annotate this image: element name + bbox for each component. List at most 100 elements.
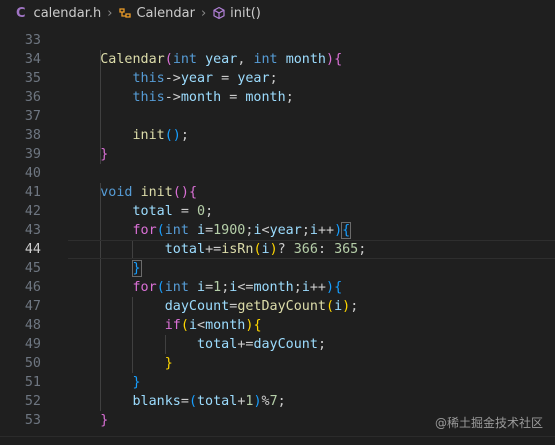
line-number: 39 xyxy=(24,147,41,162)
line-number: 40 xyxy=(24,166,41,181)
code-token: ; xyxy=(317,337,326,352)
code-text: this->year = year; xyxy=(68,69,278,88)
code-text: blanks=(total+1)%7; xyxy=(68,392,286,411)
code-token: i xyxy=(261,242,270,257)
code-token: } xyxy=(100,147,109,162)
line-number: 34 xyxy=(24,52,41,67)
code-line[interactable]: 51 } xyxy=(0,373,555,392)
line-number: 38 xyxy=(24,128,41,143)
code-token: i xyxy=(334,299,343,314)
line-number: 48 xyxy=(24,318,41,333)
line-number: 53 xyxy=(24,413,41,428)
code-token: ( xyxy=(326,299,335,314)
code-token: () xyxy=(172,185,189,200)
code-token: { xyxy=(253,318,262,333)
line-number: 47 xyxy=(24,299,41,314)
code-token: void xyxy=(100,185,133,200)
code-token: ( xyxy=(253,242,262,257)
code-token: ( xyxy=(156,223,165,238)
code-token: i xyxy=(197,280,206,295)
code-line[interactable]: 43 for(int i=1900;i<year;i++){ xyxy=(0,221,555,240)
breadcrumb-method[interactable]: init() xyxy=(212,6,261,21)
code-token: ++ xyxy=(317,223,335,238)
code-line[interactable]: 35 this->year = year; xyxy=(0,69,555,88)
code-token: blanks xyxy=(132,394,181,409)
breadcrumb-file[interactable]: C calendar.h xyxy=(16,6,101,21)
code-token: ( xyxy=(156,280,165,295)
code-line[interactable]: 33 xyxy=(0,31,555,50)
code-token: ) xyxy=(269,242,278,257)
code-line[interactable]: 44 total+=isRn(i)? 366: 365; xyxy=(0,240,555,259)
code-token: month xyxy=(253,280,294,295)
code-token: += xyxy=(205,242,222,257)
code-text: } xyxy=(68,354,173,373)
chevron-right-icon: › xyxy=(107,5,113,21)
breadcrumb-class-label: Calendar xyxy=(136,5,195,21)
code-token: int xyxy=(172,52,197,67)
code-token: i xyxy=(309,223,318,238)
code-text: void init(){ xyxy=(68,183,197,202)
code-token: i xyxy=(197,223,206,238)
code-token: total xyxy=(164,242,206,257)
code-line[interactable]: 38 init(); xyxy=(0,126,555,145)
code-line[interactable]: 49 total+=dayCount; xyxy=(0,335,555,354)
code-line[interactable]: 36 this->month = month; xyxy=(0,88,555,107)
code-token: Calendar xyxy=(100,52,165,67)
code-token: += xyxy=(237,337,254,352)
code-line[interactable]: 52 blanks=(total+1)%7; xyxy=(0,392,555,411)
code-token: -> xyxy=(164,90,181,105)
code-line[interactable]: 37 xyxy=(0,107,555,126)
code-token: init xyxy=(132,128,165,143)
code-line[interactable]: 48 if(i<month){ xyxy=(0,316,555,335)
code-token: total xyxy=(197,394,238,409)
code-line[interactable]: 34 Calendar(int year, int month){ xyxy=(0,50,555,69)
code-token: i xyxy=(301,280,310,295)
method-cube-icon xyxy=(212,6,226,20)
code-line[interactable]: 50 } xyxy=(0,354,555,373)
code-line[interactable]: 41 void init(){ xyxy=(0,183,555,202)
code-token: , xyxy=(237,52,254,67)
code-token: if xyxy=(164,318,181,333)
code-token: ; xyxy=(301,223,310,238)
code-token: for xyxy=(132,280,157,295)
code-token: ) xyxy=(334,223,343,238)
breadcrumb: C calendar.h › Calendar › init() xyxy=(0,0,555,26)
code-token: i xyxy=(188,318,197,333)
code-line[interactable]: 40 xyxy=(0,164,555,183)
line-number: 36 xyxy=(24,90,41,105)
code-token: int xyxy=(253,52,278,67)
code-token: ( xyxy=(188,394,197,409)
line-number: 33 xyxy=(24,33,41,48)
code-line[interactable]: 42 total = 0; xyxy=(0,202,555,221)
code-token: () xyxy=(164,128,181,143)
code-text: } xyxy=(68,145,108,164)
code-text: if(i<month){ xyxy=(68,316,262,335)
code-editor[interactable]: 323334 Calendar(int year, int month){35 … xyxy=(0,0,555,436)
watermark: @稀土掘金技术社区 xyxy=(434,416,543,430)
code-line[interactable]: 45 } xyxy=(0,259,555,278)
code-token: total xyxy=(132,204,173,219)
code-token: } xyxy=(164,356,173,371)
code-token: 7 xyxy=(269,394,278,409)
breadcrumb-class[interactable]: Calendar xyxy=(118,5,195,21)
code-token: dayCount xyxy=(253,337,318,352)
code-token: < xyxy=(261,223,270,238)
code-token: this xyxy=(132,71,165,86)
code-token: ++ xyxy=(309,280,326,295)
code-token: ; xyxy=(293,280,302,295)
code-token: year xyxy=(269,223,302,238)
code-line[interactable]: 47 dayCount=getDayCount(i); xyxy=(0,297,555,316)
code-line[interactable]: 39 } xyxy=(0,145,555,164)
code-token: ; xyxy=(358,242,367,257)
code-line[interactable]: 46 for(int i=1;i<=month;i++){ xyxy=(0,278,555,297)
